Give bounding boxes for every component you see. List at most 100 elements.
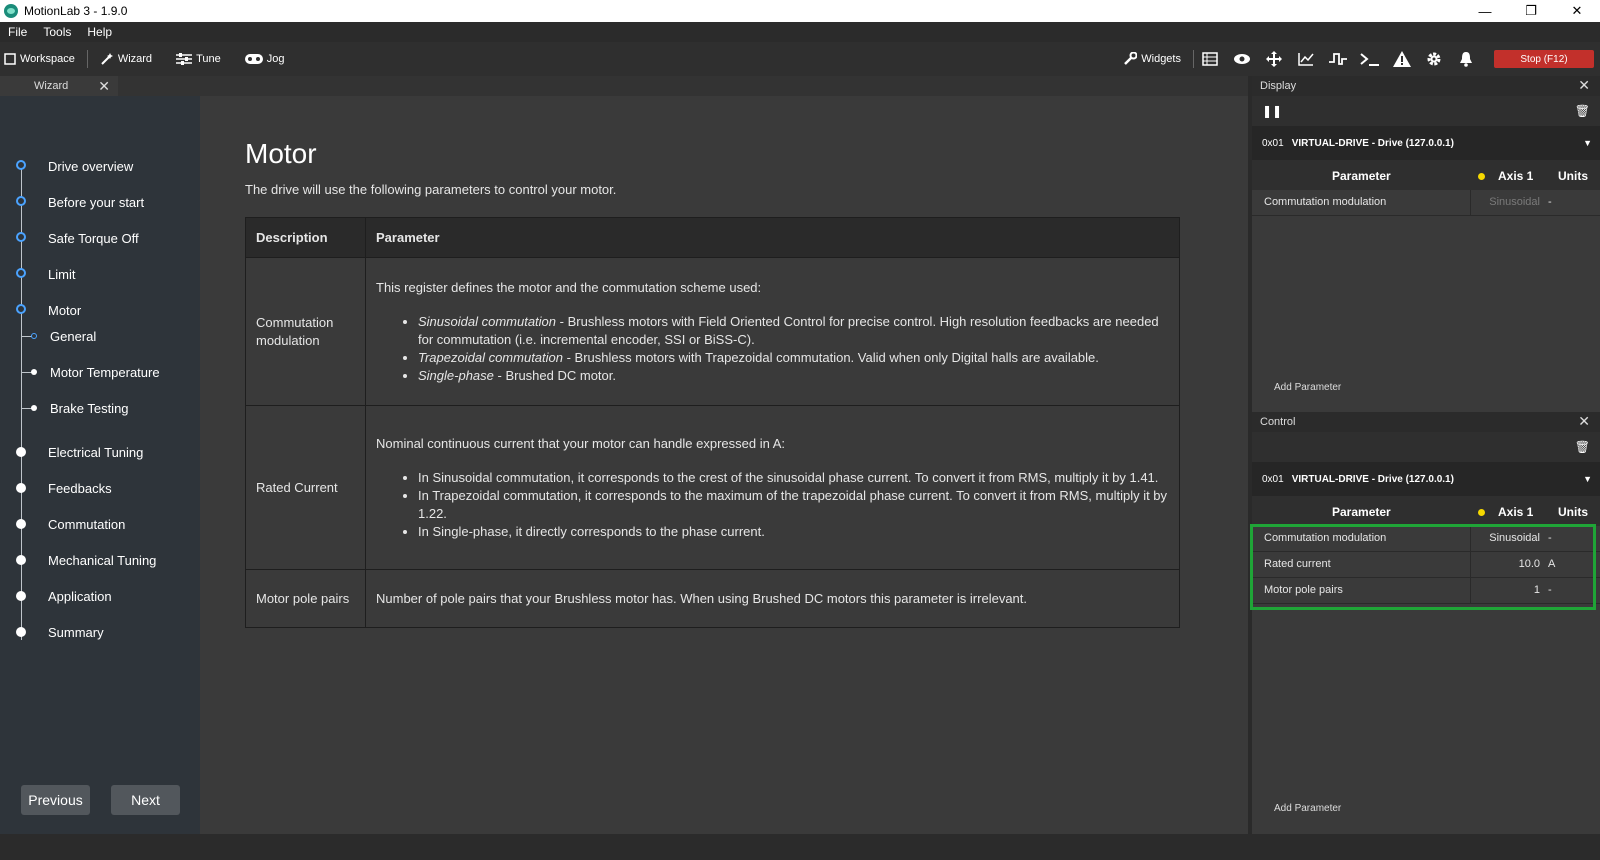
gear-icon[interactable]	[1418, 42, 1450, 76]
step-marker-icon	[16, 591, 26, 601]
wrench-icon	[1124, 52, 1138, 65]
minimize-button[interactable]: —	[1462, 0, 1508, 22]
drive-address: 0x01	[1262, 137, 1284, 149]
display-panel: Display ✕ ❚❚ 🗑 0x01 VIRTUAL-DRIVE - Driv…	[1252, 76, 1600, 410]
chevron-down-icon[interactable]: ▼	[1583, 138, 1592, 148]
terminal-icon[interactable]	[1354, 42, 1386, 76]
add-parameter-button[interactable]: Add Parameter	[1274, 382, 1341, 393]
drive-selector[interactable]: 0x01 VIRTUAL-DRIVE - Drive (127.0.0.1) ▼	[1252, 126, 1600, 160]
table-row: Commutation modulation This register def…	[245, 257, 1180, 406]
gamepad-icon	[244, 54, 263, 64]
bullet-emphasis: Sinusoidal commutation	[418, 313, 557, 329]
row-intro: Nominal continuous current that your mot…	[376, 435, 786, 451]
next-button[interactable]: Next	[111, 785, 180, 815]
control-panel-header: Control ✕	[1252, 412, 1600, 432]
trash-icon[interactable]: 🗑	[1575, 440, 1590, 454]
trash-icon[interactable]: 🗑	[1575, 104, 1590, 118]
eye-icon[interactable]	[1226, 42, 1258, 76]
app-logo-icon	[4, 4, 18, 18]
workspace-button[interactable]: Workspace	[0, 42, 87, 76]
step-marker-icon	[16, 196, 26, 206]
workspace-icon	[4, 53, 16, 65]
table-row[interactable]: Commutation modulation Sinusoidal -	[1252, 190, 1600, 216]
param-value: Sinusoidal	[1489, 196, 1540, 208]
drive-name: VIRTUAL-DRIVE - Drive (127.0.0.1)	[1291, 137, 1454, 149]
window-title: MotionLab 3 - 1.9.0	[24, 4, 128, 18]
bell-icon[interactable]	[1450, 42, 1482, 76]
wand-icon	[101, 53, 113, 65]
menu-file[interactable]: File	[0, 25, 35, 39]
list-item: Trapezoidal commutation - Brushless moto…	[418, 349, 1169, 367]
jog-label: Jog	[266, 53, 285, 65]
step-label: Commutation	[48, 516, 126, 532]
move-arrows-icon[interactable]	[1258, 42, 1290, 76]
tune-label: Tune	[196, 53, 221, 65]
substep-marker-icon	[31, 333, 37, 339]
substep-marker-icon	[31, 405, 37, 411]
bullet-emphasis: Single-phase	[418, 367, 494, 383]
jog-button[interactable]: Jog	[233, 42, 297, 76]
drive-selector[interactable]: 0x01 VIRTUAL-DRIVE - Drive (127.0.0.1) ▼	[1252, 462, 1600, 496]
param-unit: -	[1548, 196, 1552, 208]
column-header: Axis 1	[1498, 169, 1534, 183]
stop-button[interactable]: Stop (F12)	[1494, 50, 1594, 68]
row-description: Rated Current	[245, 405, 366, 570]
page-title: Motor	[245, 138, 317, 169]
step-marker-icon	[16, 519, 26, 529]
status-bar	[0, 834, 1600, 860]
step-marker-icon	[16, 268, 26, 278]
parameter-table: Description Parameter Commutation modula…	[245, 217, 1180, 628]
close-icon[interactable]: ✕	[1578, 77, 1590, 94]
menu-help[interactable]: Help	[79, 25, 120, 39]
step-label: Electrical Tuning	[48, 444, 144, 460]
previous-button[interactable]: Previous	[21, 785, 90, 815]
list-item: In Single-phase, it directly corresponds…	[418, 523, 1169, 541]
control-panel: Control ✕ 🗑 0x01 VIRTUAL-DRIVE - Drive (…	[1250, 412, 1600, 834]
chevron-down-icon[interactable]: ▼	[1583, 474, 1592, 484]
menu-bar: File Tools Help	[0, 22, 1600, 42]
table-row: Rated Current Nominal continuous current…	[245, 405, 1180, 570]
step-label: Mechanical Tuning	[48, 552, 157, 568]
chart-line-icon[interactable]	[1290, 42, 1322, 76]
step-marker-icon	[16, 304, 26, 314]
main-content: Motor The drive will use the following p…	[200, 96, 1248, 834]
display-column-headers: Parameter Axis 1 Units	[1252, 160, 1600, 190]
wizard-button[interactable]: Wizard	[88, 42, 164, 76]
column-header: Parameter	[1332, 505, 1391, 519]
drive-address: 0x01	[1262, 473, 1284, 485]
control-panel-tools: 🗑	[1252, 432, 1600, 462]
column-header: Description	[245, 217, 366, 258]
step-label: Application	[48, 588, 112, 604]
tab-wizard[interactable]: Wizard ✕	[0, 76, 118, 96]
wizard-label: Wizard	[117, 53, 153, 65]
table-view-icon[interactable]	[1194, 42, 1226, 76]
close-icon[interactable]: ✕	[1578, 413, 1590, 430]
pause-icon[interactable]: ❚❚	[1262, 104, 1282, 118]
param-name: Commutation modulation	[1264, 196, 1387, 208]
display-panel-title: Display	[1260, 80, 1297, 92]
step-label: Brake Testing	[50, 400, 129, 416]
add-parameter-button[interactable]: Add Parameter	[1274, 803, 1341, 814]
step-signal-icon[interactable]	[1322, 42, 1354, 76]
maximize-button[interactable]: ❐	[1508, 0, 1554, 22]
row-intro: This register defines the motor and the …	[376, 279, 762, 295]
step-label: Before your start	[48, 194, 145, 210]
column-header: Units	[1558, 169, 1588, 183]
tune-button[interactable]: Tune	[164, 42, 233, 76]
step-label: Limit	[48, 266, 76, 282]
step-label: Safe Torque Off	[48, 230, 139, 246]
close-icon[interactable]: ✕	[98, 78, 110, 95]
bullet-list: In Sinusoidal commutation, it correspond…	[418, 469, 1169, 541]
title-bar: MotionLab 3 - 1.9.0 — ❐ ✕	[0, 0, 1600, 22]
menu-tools[interactable]: Tools	[35, 25, 79, 39]
column-divider	[1470, 190, 1471, 216]
row-parameter: Number of pole pairs that your Brushless…	[365, 569, 1180, 628]
display-panel-tools: ❚❚ 🗑	[1252, 96, 1600, 126]
bullet-emphasis: Trapezoidal commutation	[418, 349, 563, 365]
workspace-label: Workspace	[20, 53, 75, 65]
widgets-button[interactable]: Widgets	[1111, 42, 1193, 76]
close-window-button[interactable]: ✕	[1554, 0, 1600, 22]
column-header: Parameter	[365, 217, 1180, 258]
widgets-label: Widgets	[1141, 53, 1181, 65]
warning-icon[interactable]	[1386, 42, 1418, 76]
